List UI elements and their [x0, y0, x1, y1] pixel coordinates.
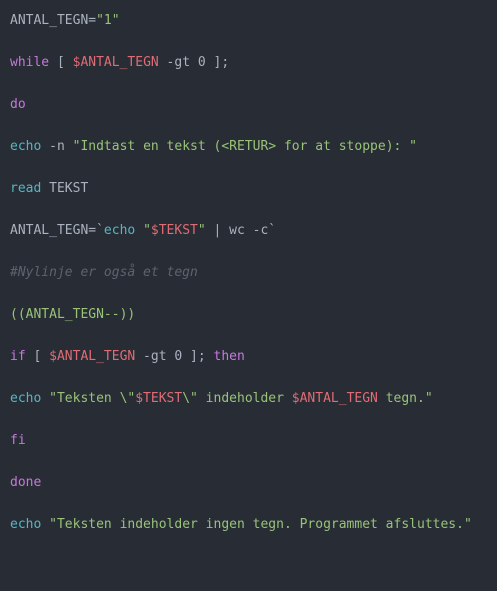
code-line: #Nylinje er også et tegn: [10, 264, 487, 306]
string-token: "Teksten \": [49, 391, 136, 406]
string-token: "1": [96, 13, 120, 28]
plain-token: TEKST: [41, 181, 89, 196]
variable-token: $ANTAL_TEGN: [72, 55, 159, 70]
variable-token: $ANTAL_TEGN: [291, 391, 378, 406]
code-line: read TEKST: [10, 180, 487, 222]
code-line: done: [10, 474, 487, 516]
string-token: ": [143, 223, 151, 238]
code-line: if [ $ANTAL_TEGN -gt 0 ]; then: [10, 348, 487, 390]
code-line: fi: [10, 432, 487, 474]
code-line: echo "Teksten indeholder ingen tegn. Pro…: [10, 516, 487, 558]
code-line: ((ANTAL_TEGN--)): [10, 306, 487, 348]
keyword-token: if: [10, 349, 26, 364]
plain-token: -n: [41, 139, 73, 154]
variable-token: $TEKST: [150, 223, 198, 238]
keyword-token: done: [10, 475, 42, 490]
plain-token: [: [25, 349, 50, 364]
string-token: tegn.": [377, 391, 433, 406]
string-token: ((ANTAL_TEGN--)): [10, 307, 136, 322]
code-line: echo "Teksten \"$TEKST\" indeholder $ANT…: [10, 390, 487, 432]
plain-token: ANTAL_TEGN=`: [10, 223, 104, 238]
keyword-token: then: [213, 349, 245, 364]
variable-token: $ANTAL_TEGN: [49, 349, 136, 364]
string-token: "Indtast en tekst (<RETUR> for at stoppe…: [72, 139, 417, 154]
keyword-token: fi: [10, 433, 26, 448]
string-token: ": [197, 223, 206, 238]
keyword-token: while: [10, 55, 50, 70]
code-editor[interactable]: ANTAL_TEGN="1" while [ $ANTAL_TEGN -gt 0 …: [0, 0, 497, 591]
plain-token: -gt 0 ];: [158, 55, 230, 70]
string-token: "Teksten indeholder ingen tegn. Programm…: [49, 517, 472, 532]
builtin-token: echo: [10, 517, 42, 532]
plain-token: | wc -c`: [205, 223, 277, 238]
plain-token: -gt 0 ];: [135, 349, 214, 364]
plain-token: [: [49, 55, 73, 70]
builtin-token: echo: [10, 139, 42, 154]
string-token: \" indeholder: [182, 391, 292, 406]
code-line: do: [10, 96, 487, 138]
code-line: echo -n "Indtast en tekst (<RETUR> for a…: [10, 138, 487, 180]
builtin-token: read: [10, 181, 42, 196]
code-line: ANTAL_TEGN="1": [10, 12, 487, 54]
keyword-token: do: [10, 97, 26, 112]
code-line: while [ $ANTAL_TEGN -gt 0 ];: [10, 54, 487, 96]
builtin-token: echo: [10, 391, 42, 406]
variable-token: $TEKST: [135, 391, 183, 406]
builtin-token: echo: [103, 223, 136, 238]
code-line: ANTAL_TEGN=`echo "$TEKST" | wc -c`: [10, 222, 487, 264]
comment-token: #Nylinje er også et tegn: [10, 265, 198, 280]
plain-token: ANTAL_TEGN=: [10, 13, 97, 28]
